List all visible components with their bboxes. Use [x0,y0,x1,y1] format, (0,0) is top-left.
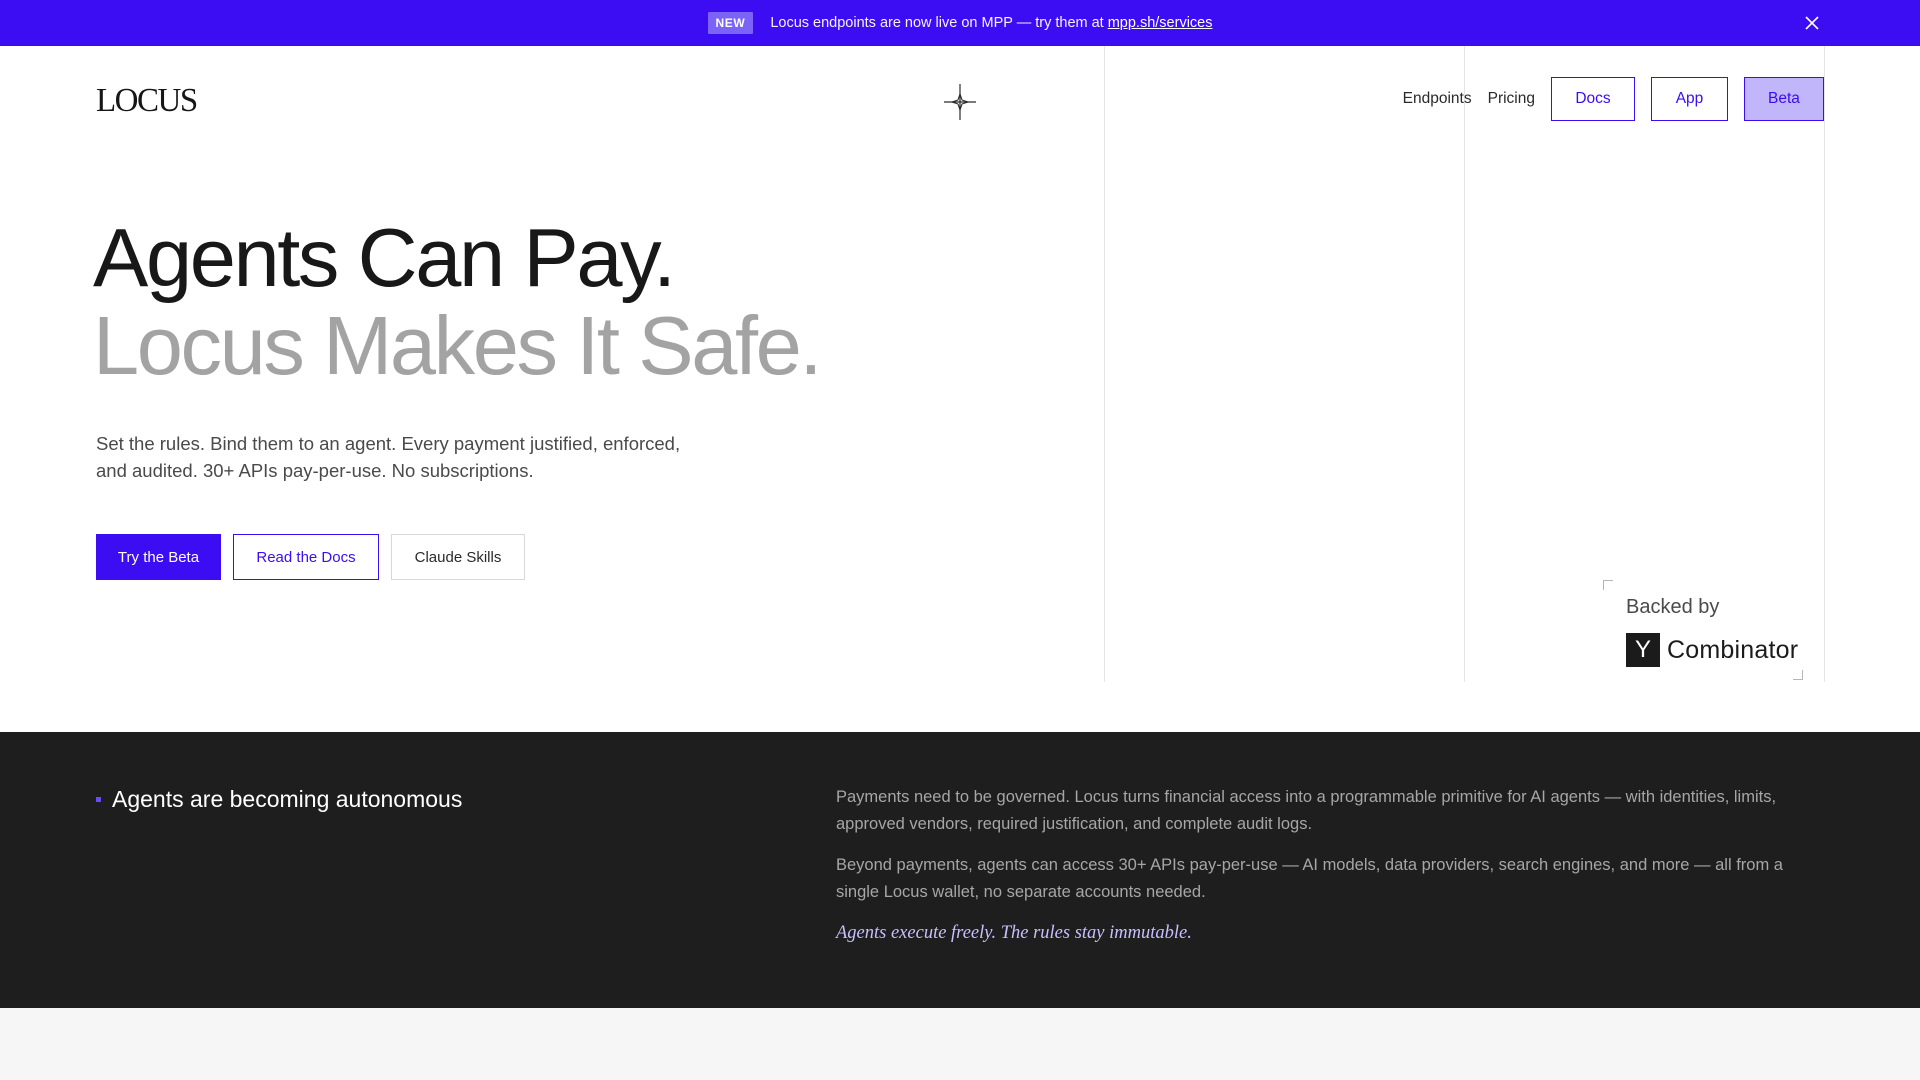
backed-by-card: Backed by Y Combinator [1603,580,1803,680]
about-tagline: Agents execute freely. The rules stay im… [836,923,1192,943]
next-section [0,1008,1920,1080]
locus-logo[interactable]: LOCUS [96,83,198,121]
announcement-message: Locus endpoints are now live on MPP — tr… [770,15,1104,31]
nav-endpoints[interactable]: Endpoints [1403,90,1472,108]
headline-primary: Agents Can Pay. [93,211,676,304]
about-paragraph: Payments need to be governed. Locus turn… [836,788,1777,833]
about-heading: Agents are becoming autonomous [96,786,462,813]
yc-logo: Y Combinator [1626,633,1798,667]
announcement-bar: NEW Locus endpoints are now live on MPP … [0,0,1920,46]
docs-button[interactable]: Docs [1551,77,1635,121]
yc-wordmark: Combinator [1667,635,1799,664]
about-heading-text: Agents are becoming autonomous [112,786,463,812]
hero-headline: Agents Can Pay. Locus Makes It Safe. [93,211,822,392]
new-badge: NEW [707,12,754,34]
corner-bracket [1793,670,1803,680]
grid-divider [1824,46,1825,682]
main-nav: Endpoints Pricing Docs App Beta [1403,77,1824,121]
grid-divider [1104,46,1105,682]
headline-secondary: Locus Makes It Safe. [93,299,822,392]
nav-pricing[interactable]: Pricing [1488,90,1535,108]
about-body: Payments need to be governed. Locus turn… [836,784,1826,961]
about-paragraph: Beyond payments, agents can access 30+ A… [836,856,1783,901]
sparkle-icon [944,84,976,120]
hero-section: LOCUS Endpoints Pricing Docs App Beta Ag… [0,46,1920,732]
beta-button[interactable]: Beta [1744,77,1824,121]
corner-bracket [1603,580,1613,590]
try-beta-button[interactable]: Try the Beta [96,534,221,580]
bullet-marker [96,797,101,802]
backed-by-label: Backed by [1626,596,1720,618]
hero-subtext: Set the rules. Bind them to an agent. Ev… [96,433,681,481]
announcement-content: NEW Locus endpoints are now live on MPP … [0,0,1920,46]
announcement-link[interactable]: mpp.sh/services [1108,15,1213,31]
close-icon[interactable] [1802,13,1822,33]
read-docs-button[interactable]: Read the Docs [233,534,379,580]
app-button[interactable]: App [1651,77,1728,121]
yc-mark: Y [1626,633,1660,667]
cta-group: Try the Beta Read the Docs Claude Skills [96,534,537,580]
claude-skills-button[interactable]: Claude Skills [391,534,525,580]
grid-divider [1464,46,1465,682]
about-section: Agents are becoming autonomous Payments … [0,732,1920,1008]
